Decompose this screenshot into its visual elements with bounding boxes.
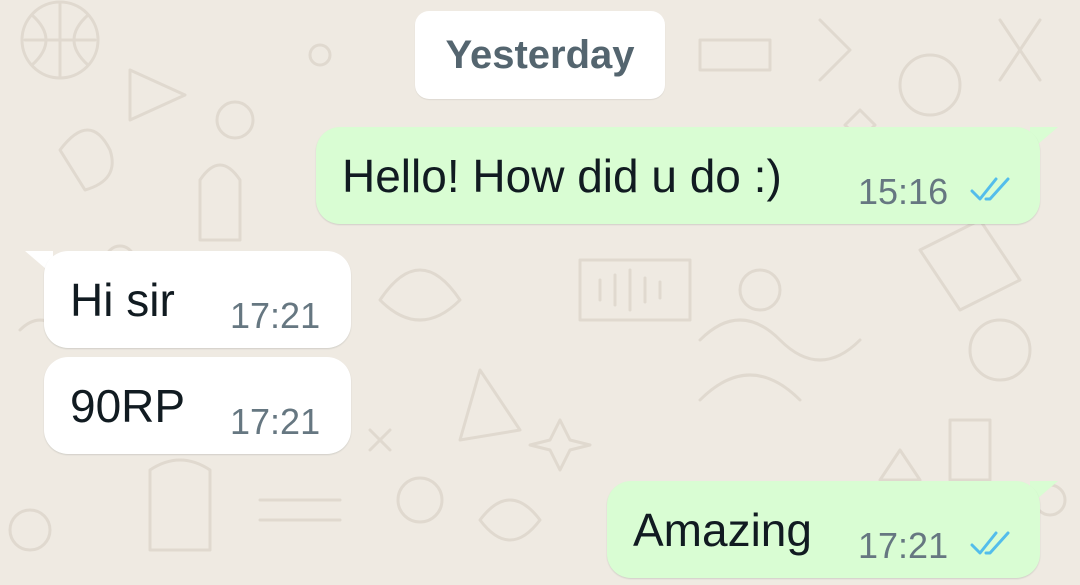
message-time: 17:21: [858, 525, 949, 566]
date-divider: Yesterday: [415, 11, 665, 99]
message-text: Hi sir: [70, 274, 175, 326]
message-bubble-incoming[interactable]: Hi sir 17:21: [44, 251, 351, 348]
double-check-icon: [970, 177, 1010, 201]
double-check-icon: [970, 531, 1010, 555]
message-time: 15:16: [858, 171, 949, 212]
message-text: Hello! How did u do :): [342, 150, 782, 202]
message-bubble-outgoing[interactable]: Hello! How did u do :) 15:16: [316, 127, 1040, 224]
message-time: 17:21: [230, 401, 321, 442]
message-bubble-incoming[interactable]: 90RP 17:21: [44, 357, 351, 454]
message-text: 90RP: [70, 380, 186, 432]
message-time: 17:21: [230, 295, 321, 336]
message-bubble-outgoing[interactable]: Amazing 17:21: [607, 481, 1040, 578]
message-text: Amazing: [633, 504, 812, 556]
